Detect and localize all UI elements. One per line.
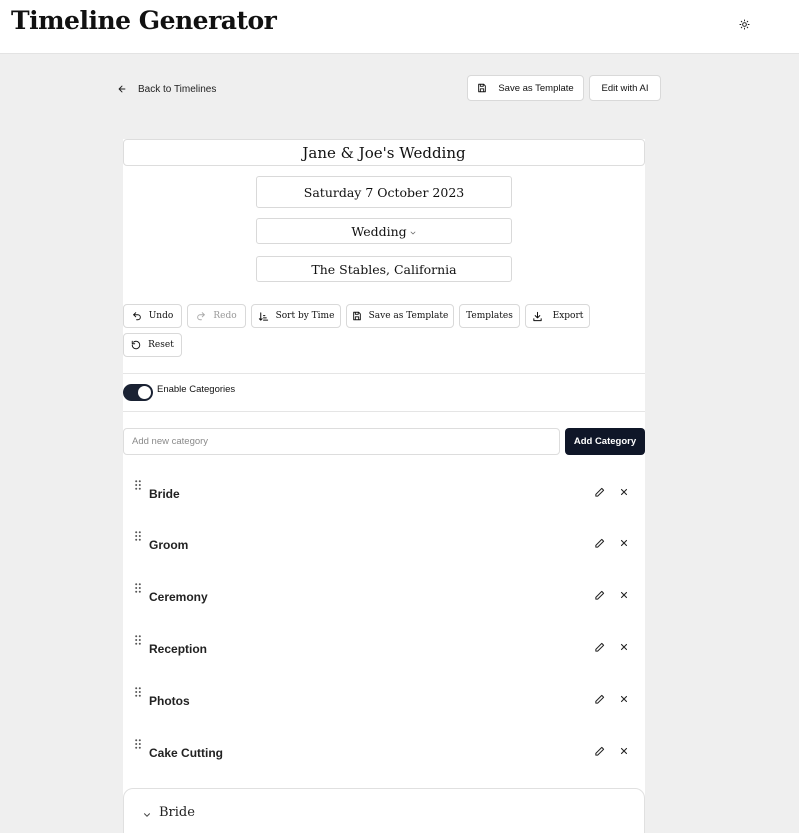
divider [123,411,645,412]
category-name: Bride [149,487,180,501]
pencil-icon[interactable] [594,487,605,498]
toolbar-save-template-label: Save as Template [368,311,449,321]
close-icon[interactable] [619,694,629,704]
timeline-title-input[interactable]: Jane & Joe's Wedding [123,139,645,166]
reset-button[interactable]: Reset [123,333,182,357]
location-field[interactable]: The Stables, California [256,256,512,282]
drag-handle-icon[interactable] [135,635,141,645]
pencil-icon[interactable] [594,538,605,549]
close-icon[interactable] [619,487,629,497]
back-to-timelines-link[interactable]: Back to Timelines [117,80,216,98]
chevron-down-icon [410,231,416,234]
save-icon [478,83,487,93]
add-category-input[interactable] [123,428,560,455]
enable-categories-label: Enable Categories [157,384,236,395]
reset-label: Reset [148,340,174,350]
reset-icon [131,340,141,350]
save-as-template-label: Save as Template [498,82,574,94]
app-title: Timeline Generator [11,6,277,35]
pencil-icon[interactable] [594,590,605,601]
event-type-select[interactable]: Wedding [256,218,512,244]
bride-section[interactable]: Bride [123,788,645,833]
sun-icon [738,18,750,30]
edit-with-ai-button[interactable]: Edit with AI [589,75,661,101]
pencil-icon[interactable] [594,746,605,757]
sort-icon [258,311,268,321]
redo-button[interactable]: Redo [187,304,246,328]
redo-icon [197,312,206,321]
category-row: Photos [123,687,645,727]
category-name: Photos [149,694,190,708]
category-name: Reception [149,642,208,656]
toolbar-save-template-button[interactable]: Save as Template [346,304,454,328]
sort-label: Sort by Time [275,311,335,321]
category-row: Ceremony [123,583,645,623]
save-icon [352,311,361,321]
export-label: Export [552,311,584,321]
drag-handle-icon[interactable] [135,739,141,749]
drag-handle-icon[interactable] [135,480,141,490]
undo-icon [132,312,141,321]
close-icon[interactable] [619,642,629,652]
save-as-template-button[interactable]: Save as Template [467,75,584,101]
category-row: Reception [123,635,645,675]
date-field[interactable]: Saturday 7 October 2023 [256,176,512,208]
drag-handle-icon[interactable] [135,583,141,593]
undo-label: Undo [148,311,174,321]
add-category-button[interactable]: Add Category [565,428,645,455]
close-icon[interactable] [619,746,629,756]
category-name: Groom [149,538,189,552]
close-icon[interactable] [619,538,629,548]
category-row: Groom [123,531,645,571]
category-row: Cake Cutting [123,739,645,779]
pencil-icon[interactable] [594,694,605,705]
chevron-down-icon[interactable] [142,810,152,820]
sort-by-time-button[interactable]: Sort by Time [251,304,341,328]
event-type-value: Wedding [351,223,407,239]
close-icon[interactable] [619,590,629,600]
undo-button[interactable]: Undo [123,304,182,328]
templates-label: Templates [466,311,513,321]
templates-button[interactable]: Templates [459,304,520,328]
drag-handle-icon[interactable] [135,687,141,697]
pencil-icon[interactable] [594,642,605,653]
divider [123,373,645,374]
export-button[interactable]: Export [525,304,590,328]
theme-toggle-button[interactable] [734,14,754,34]
enable-categories-toggle[interactable] [123,384,153,401]
download-icon [532,311,542,321]
app-header: Timeline Generator [0,0,799,54]
back-label: Back to Timelines [138,83,217,95]
category-name: Ceremony [149,590,208,604]
drag-handle-icon[interactable] [135,531,141,541]
section-title: Bride [159,805,195,820]
redo-label: Redo [213,311,237,321]
category-name: Cake Cutting [149,746,224,760]
edit-with-ai-label: Edit with AI [601,82,649,94]
category-row: Bride [123,480,645,520]
arrow-left-icon [118,85,126,93]
